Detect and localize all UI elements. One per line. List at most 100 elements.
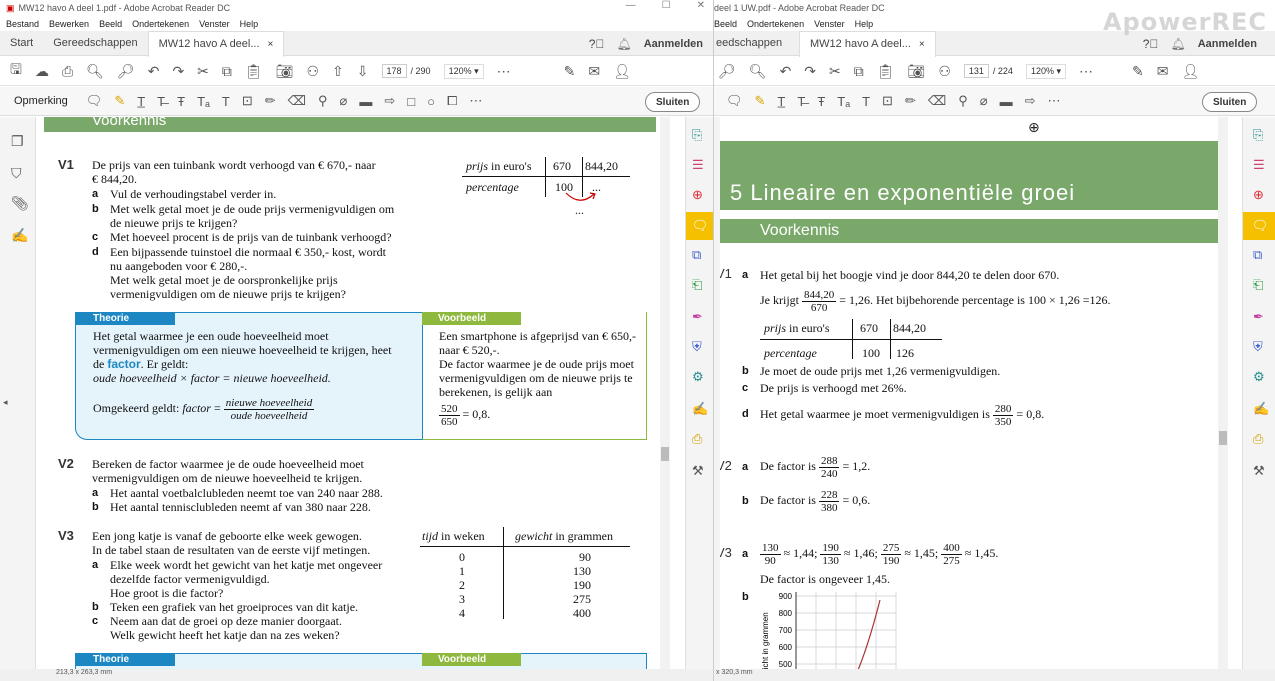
upload-icon[interactable]: ☁ [35, 63, 49, 80]
page-number-input[interactable]: 178 [381, 64, 407, 78]
menu-beeld[interactable]: Beeld [714, 19, 737, 29]
help-icon[interactable]: ?⃝ [1143, 37, 1159, 51]
print-icon[interactable]: ⎙ [62, 63, 73, 80]
page-number-input[interactable]: 131 [963, 64, 989, 78]
menu-help[interactable]: Help [240, 19, 259, 29]
maximize-icon[interactable]: ☐ [662, 0, 671, 11]
close-window-icon[interactable]: ✕ [697, 0, 705, 11]
left-scrollbar[interactable] [660, 117, 670, 669]
organize-pages-icon[interactable]: ☰ [1253, 157, 1265, 173]
signatures-icon[interactable]: ✍ [11, 227, 28, 244]
more-comment-tools-icon[interactable]: ⋯ [1047, 93, 1060, 109]
underline-text-icon[interactable]: T̲ [137, 94, 145, 109]
stamp-icon[interactable]: ⚲ [958, 93, 968, 109]
close-tab-icon[interactable]: × [268, 39, 274, 50]
close-comment-button[interactable]: Sluiten [1202, 92, 1258, 112]
pencil-icon[interactable]: ✏ [905, 93, 916, 109]
sticky-note-icon[interactable]: 🗨︎ [86, 93, 103, 109]
organize-pages-icon[interactable]: ☰ [692, 157, 704, 173]
menu-bewerken[interactable]: Bewerken [49, 19, 89, 29]
menu-help[interactable]: Help [855, 19, 874, 29]
menu-beeld[interactable]: Beeld [99, 19, 122, 29]
sticky-note-icon[interactable]: 🗨︎ [726, 93, 743, 109]
close-tab-icon[interactable]: × [919, 39, 925, 50]
highlight-icon[interactable]: ✎ [755, 93, 766, 109]
mail-icon[interactable]: ✉ [588, 63, 600, 80]
protect-icon[interactable]: ⛨ [692, 339, 702, 355]
add-text-icon[interactable]: T [862, 94, 870, 109]
arrow-icon[interactable]: ⇨ [384, 93, 395, 109]
bell-icon[interactable]: 🔔︎ [616, 37, 631, 51]
sign-in-link[interactable]: Aanmelden [1198, 38, 1257, 50]
find-binoculars-icon[interactable]: ⚇ [306, 63, 319, 80]
share-user-icon[interactable]: 👤︎ [1181, 63, 1199, 80]
snapshot-icon[interactable]: 📷︎ [276, 63, 294, 80]
prev-page-icon[interactable]: ⇧ [332, 63, 344, 80]
add-text-icon[interactable]: T [222, 94, 230, 109]
zoom-select[interactable]: 120% ▾ [443, 63, 484, 79]
shape-menu-icon[interactable]: ⧠ [447, 93, 457, 109]
sign-in-link[interactable]: Aanmelden [644, 38, 703, 50]
export-pdf-icon[interactable]: ⎘ [1253, 127, 1263, 143]
bookmark-icon[interactable]: ⛉ [11, 165, 22, 182]
eraser-icon[interactable]: ⌫ [288, 93, 306, 109]
find-icon[interactable]: 🔎︎ [117, 63, 135, 80]
attach-icon[interactable]: ⌀ [340, 93, 348, 109]
help-icon[interactable]: ?⃝ [589, 37, 605, 51]
undo-icon[interactable]: ↶ [148, 63, 160, 80]
redo-icon[interactable]: ↷ [172, 63, 184, 80]
edit-pdf-icon[interactable]: ⎗ [1253, 277, 1263, 293]
combine-files-icon[interactable]: ⧉ [692, 247, 701, 263]
oval-icon[interactable]: ○ [427, 94, 435, 109]
create-pdf-icon[interactable]: ⊕ [692, 187, 703, 203]
rectangle-icon[interactable]: □ [407, 94, 415, 109]
eraser-icon[interactable]: ⌫ [928, 93, 946, 109]
text-box-icon[interactable]: ⊡ [242, 93, 253, 109]
copy-icon[interactable]: ⧉ [222, 63, 232, 80]
sign-icon[interactable]: ✎ [564, 63, 576, 80]
save-icon[interactable]: 🖫 [10, 59, 22, 83]
menu-ondertekenen[interactable]: Ondertekenen [132, 19, 189, 29]
menu-ondertekenen[interactable]: Ondertekenen [747, 19, 804, 29]
more-tools-icon[interactable]: ⋯ [497, 63, 511, 80]
attachment-icon[interactable]: 📎︎ [11, 195, 29, 212]
edit-pdf-icon[interactable]: ⎗ [692, 277, 702, 293]
comment-tool-icon[interactable]: 🗨︎ [1243, 212, 1275, 240]
line-icon[interactable]: ▬ [1000, 94, 1013, 109]
paste-icon[interactable]: 📋︎ [877, 63, 895, 80]
scan-icon[interactable]: ⚙ [1253, 369, 1265, 385]
attach-icon[interactable]: ⌀ [980, 93, 988, 109]
sign-icon[interactable]: ✎ [1132, 63, 1144, 80]
arrow-icon[interactable]: ⇨ [1025, 93, 1036, 109]
share-user-icon[interactable]: 👤︎ [613, 63, 631, 80]
zoom-select[interactable]: 120% ▾ [1025, 63, 1067, 79]
replace-text-icon[interactable]: Ŧ [817, 94, 825, 109]
pencil-icon[interactable]: ✏ [265, 93, 276, 109]
tab-start[interactable]: Start [0, 31, 43, 56]
right-scrollbar-thumb[interactable] [1219, 431, 1227, 445]
export-pdf-icon[interactable]: ⎘ [692, 127, 702, 143]
stamp-icon[interactable]: ⚲ [318, 93, 328, 109]
protect-icon[interactable]: ⛨ [1253, 339, 1263, 355]
left-scrollbar-thumb[interactable] [661, 447, 669, 461]
create-pdf-icon[interactable]: ⊕ [1253, 187, 1264, 203]
combine-files-icon[interactable]: ⧉ [1253, 247, 1262, 263]
insert-text-icon[interactable]: Tₐ [837, 94, 850, 109]
find-binoculars-icon[interactable]: ⚇ [938, 63, 951, 80]
comment-tool-icon[interactable]: 🗨︎ [686, 212, 713, 240]
bell-icon[interactable]: 🔔︎ [1170, 37, 1185, 51]
insert-text-icon[interactable]: Tₐ [197, 94, 210, 109]
expand-panel-icon[interactable]: ◂ [3, 397, 8, 408]
menu-venster[interactable]: Venster [814, 19, 845, 29]
undo-icon[interactable]: ↶ [780, 63, 792, 80]
pages-icon[interactable]: ❐ [11, 133, 24, 150]
mail-icon[interactable]: ✉ [1157, 63, 1169, 80]
send-sign-icon[interactable]: ✍ [692, 401, 708, 417]
underline-text-icon[interactable]: T̲ [777, 94, 785, 109]
cut-icon[interactable]: ✂ [197, 63, 209, 80]
more-tools-rail-icon[interactable]: ⚒ [1253, 463, 1265, 479]
strikethrough-icon[interactable]: T̶ [797, 94, 805, 109]
tab-document[interactable]: MW12 havo A deel... × [147, 30, 285, 57]
paste-icon[interactable]: 📋︎ [245, 63, 263, 80]
find-icon[interactable]: 🔎︎ [718, 63, 736, 80]
